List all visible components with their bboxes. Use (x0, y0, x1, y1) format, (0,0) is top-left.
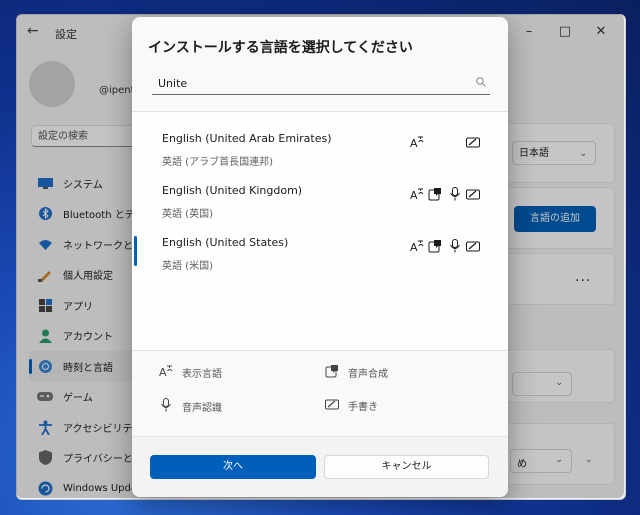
dialog-title: インストールする言語を選択してください (148, 40, 413, 56)
legend-label: 手書き (348, 402, 378, 413)
svg-text:A: A (159, 366, 167, 378)
speech-recognition-icon (448, 239, 462, 253)
handwriting-icon (466, 187, 480, 201)
text-to-speech-icon (428, 187, 442, 201)
display-language-icon: A (410, 187, 424, 201)
selection-indicator (134, 236, 137, 266)
speech-recognition-icon (448, 187, 462, 201)
handwriting-icon (324, 398, 340, 413)
svg-text:A: A (410, 189, 418, 201)
legend-handwriting: 手書き (324, 398, 378, 413)
language-list: English (United Arab Emirates) 英語 (アラブ首長… (132, 111, 508, 351)
language-select-dialog: インストールする言語を選択してください Unite English (Unite… (132, 17, 508, 497)
speech-recognition-icon (158, 398, 174, 415)
language-name: English (United States) (162, 236, 289, 249)
list-item[interactable]: English (United Arab Emirates) 英語 (アラブ首長… (132, 122, 508, 174)
svg-text:A: A (410, 137, 418, 149)
text-to-speech-icon (324, 364, 340, 381)
display-language-icon: A (410, 239, 424, 253)
language-native-name: 英語 (アラブ首長国連邦) (162, 157, 273, 168)
legend-display-language: A 表示言語 (158, 364, 222, 381)
language-name: English (United Arab Emirates) (162, 132, 332, 145)
legend-label: 音声合成 (348, 369, 388, 380)
list-item[interactable]: English (United Kingdom) 英語 (英国) A (132, 174, 508, 226)
search-value: Unite (158, 77, 188, 90)
legend-label: 表示言語 (182, 369, 222, 380)
handwriting-icon (466, 239, 480, 253)
legend-label: 音声認識 (182, 403, 222, 414)
language-name: English (United Kingdom) (162, 184, 303, 197)
display-language-icon: A (158, 364, 174, 381)
dialog-footer: 次へ キャンセル (132, 436, 508, 497)
search-icon (476, 77, 486, 90)
list-item-selected[interactable]: English (United States) 英語 (米国) A (132, 226, 508, 278)
legend-speech-recognition: 音声認識 (158, 398, 222, 415)
svg-text:A: A (410, 241, 418, 253)
language-native-name: 英語 (英国) (162, 209, 213, 220)
next-button[interactable]: 次へ (150, 455, 316, 479)
language-search-input[interactable]: Unite (152, 73, 490, 95)
cancel-button[interactable]: キャンセル (324, 455, 489, 479)
language-native-name: 英語 (米国) (162, 261, 213, 272)
legend-text-to-speech: 音声合成 (324, 364, 388, 381)
feature-legend: A 表示言語 音声合成 音声認識 手書き (132, 350, 508, 436)
text-to-speech-icon (428, 239, 442, 253)
handwriting-icon (466, 135, 480, 149)
display-language-icon: A (410, 135, 424, 149)
